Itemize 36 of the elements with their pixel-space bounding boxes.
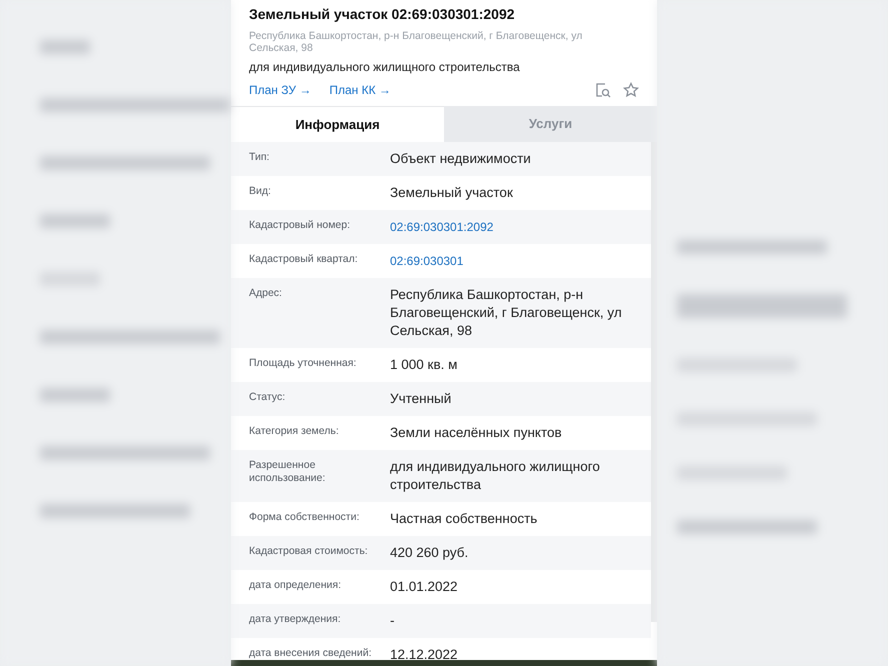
value-link[interactable]: 02:69:030301:2092 (390, 218, 637, 236)
field-value: Учтенный (390, 390, 452, 408)
tab[interactable]: Услуги (444, 106, 657, 142)
field-label: Адрес: (249, 286, 283, 301)
field-value: Республика Башкортостан, р-н Благовещенский, г Благовещенск, ул Сельская, 98 (390, 286, 623, 340)
field-value: 12.12.2022 (390, 646, 459, 660)
field-value: Земельный участок (390, 184, 514, 202)
field-value: 01.01.2022 (390, 578, 459, 596)
field-value: Частная собственность (390, 510, 538, 528)
field-value: - (390, 612, 396, 630)
field-label: Форма собственности: (249, 510, 360, 525)
star-icon[interactable] (623, 82, 639, 98)
plan-link[interactable]: План ЗУ → (249, 82, 312, 98)
field-label: Категория земель: (249, 424, 340, 439)
field-value: 1 000 кв. м (390, 356, 458, 374)
field-label: Разрешенное использование: (249, 458, 326, 486)
field-label: Кадастровый квартал: (249, 252, 359, 267)
field-label: Площадь уточненная: (249, 356, 358, 371)
field-label: Кадастровый номер: (249, 218, 352, 233)
plan-link[interactable]: План КК → (329, 82, 391, 98)
field-label: Кадастровая стоимость: (249, 544, 369, 559)
parcel-purpose: для индивидуального жилищного строительства (249, 60, 521, 75)
search-document-icon[interactable] (595, 82, 611, 98)
field-label: Тип: (249, 150, 270, 165)
field-label: Вид: (249, 184, 272, 199)
field-value: для индивидуального жилищного строительства (390, 458, 601, 494)
parcel-title: Земельный участок 02:69:030301:2092 (249, 5, 516, 23)
field-value: Земли населённых пунктов (390, 424, 563, 442)
value-link[interactable]: 02:69:030301 (390, 252, 637, 270)
field-label: Статус: (249, 390, 286, 405)
field-label: дата определения: (249, 578, 342, 593)
field-label: дата внесения сведений: (249, 646, 372, 660)
field-value: Объект недвижимости (390, 150, 532, 168)
field-label: дата утверждения: (249, 612, 342, 627)
field-value: 420 260 руб. (390, 544, 470, 562)
parcel-address: Республика Башкортостан, р-н Благовещенский, г Благовещенск, ул Сельская, 98 (249, 30, 584, 54)
